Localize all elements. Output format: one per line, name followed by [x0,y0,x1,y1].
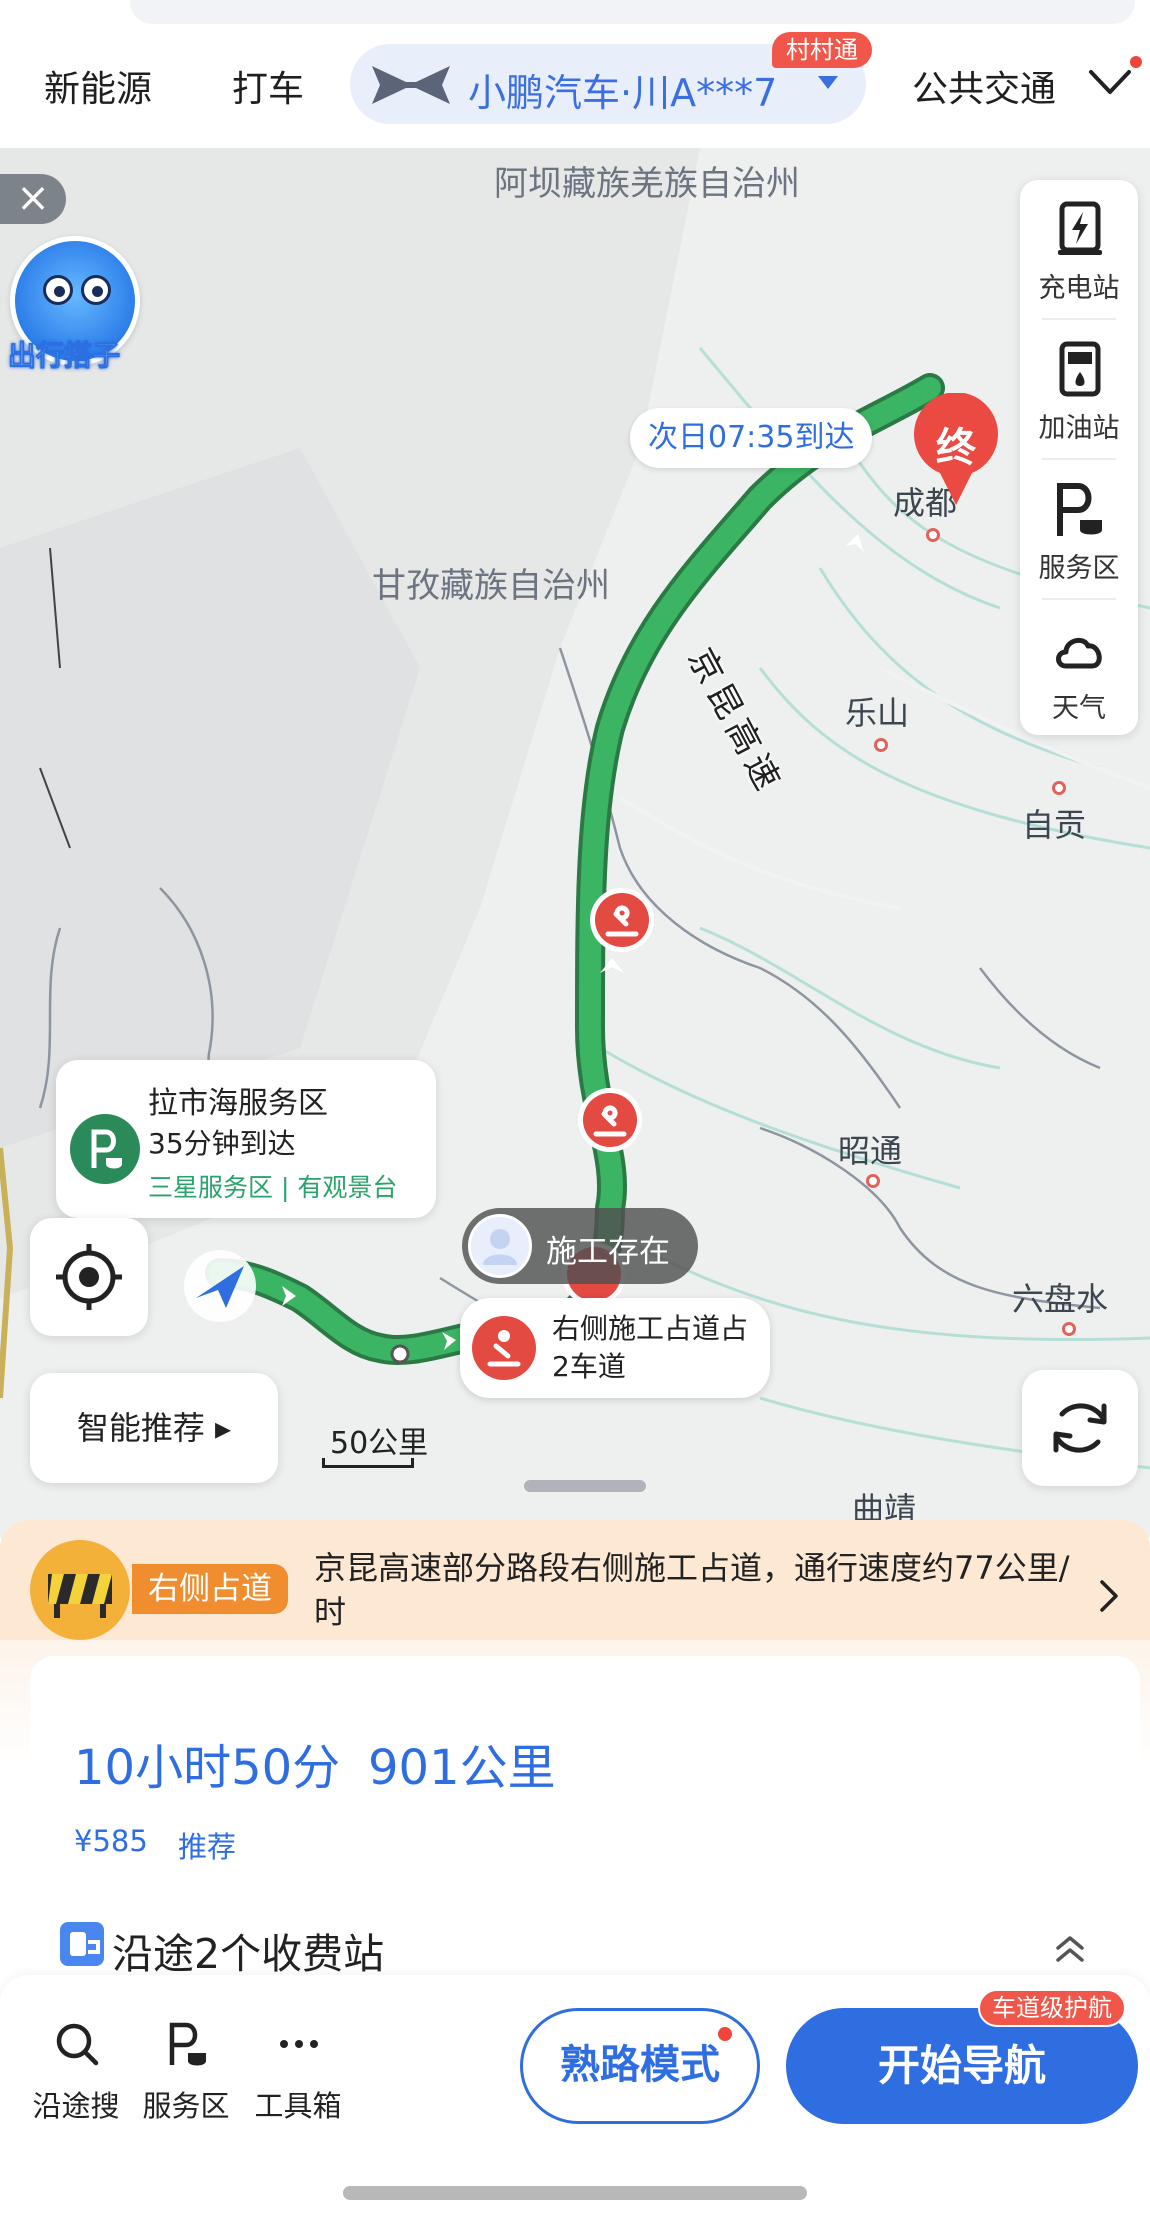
user-avatar-icon [468,1214,532,1278]
toll-station-icon [60,1922,104,1966]
city-dot [1052,781,1066,795]
drag-handle[interactable] [524,1480,646,1492]
home-indicator[interactable] [343,2186,807,2200]
region-label: 阿坝藏族羌族自治州 [494,164,800,204]
city-dot [874,738,888,752]
weather-icon [1056,637,1102,669]
region-label: 甘孜藏族自治州 [372,566,610,606]
bottom-tool-label: 沿途搜 [32,2089,120,2123]
locate-button[interactable] [30,1218,148,1336]
scale-label: 50公里 [330,1426,429,1461]
service-area-eta: 35分钟到达 [148,1127,296,1160]
car-brand-logo-icon [372,66,450,104]
service-area-name: 拉市海服务区 [148,1086,328,1121]
search-icon [56,2023,99,2066]
bottom-tool-label: 工具箱 [254,2089,342,2123]
top-search-bar[interactable] [130,0,1135,24]
route-distance: 901公里 [368,1740,556,1796]
construction-report-bubble[interactable]: 施工存在 [462,1208,698,1284]
scale-bar [322,1458,414,1468]
refresh-route-button[interactable] [1022,1370,1138,1486]
tool-label: 充电站 [1038,273,1120,304]
tool-label: 天气 [1052,693,1106,724]
search-along-route-button[interactable]: 沿途搜 [24,2021,128,2131]
service-area-list-button[interactable]: 服务区 [134,2021,238,2131]
crosshair-icon [56,1244,122,1310]
map-tools-panel: 充电站 加油站 服务区 天气 [1020,180,1138,735]
city-label: 昭通 [838,1132,903,1170]
refresh-icon [1053,1403,1107,1453]
map-scale: 50公里 [322,1418,428,1468]
service-area-icon [70,1114,140,1184]
lane-level-nav-badge: 车道级护航 [978,1989,1126,2027]
city-label: 自贡 [1022,806,1087,844]
service-area-tags: 三星服务区 | 有观景台 [148,1173,398,1202]
route-duration: 10小时50分 [74,1740,341,1796]
toll-stations-text: 沿途2个收费站 [112,1930,385,1978]
double-chevron-up-icon[interactable] [1052,1928,1088,1968]
car-label: 小鹏汽车·川A***7 [468,71,778,115]
map-view[interactable]: 阿坝藏族羌族自治州 甘孜藏族自治州 京昆高速 成都 乐山 自贡 昭通 六盘水 曲… [0,148,1150,1538]
charging-station-icon [1058,201,1102,255]
construction-label: 施工存在 [546,1234,670,1270]
route-toll-price: ¥585 [74,1824,148,1858]
gas-station-button[interactable]: 加油站 [1020,320,1138,458]
city-dot [926,528,940,542]
lane-occupied-badge: 右侧占道 [132,1564,288,1614]
destination-pin[interactable]: 终 [910,392,1002,508]
chevron-right-icon [1100,1580,1118,1612]
construction-icon [472,1316,536,1380]
lane-closure-text: 右侧施工占道占2车道 [552,1312,749,1383]
service-area-card[interactable]: 拉市海服务区 35分钟到达 三星服务区 | 有观景台 [56,1060,436,1218]
mode-tab-bar: 新能源 打车 小鹏汽车·川A***7 村村通 公共交通 [0,0,1150,148]
notification-dot [718,2027,732,2041]
service-area-icon [169,2022,206,2066]
city-label: 乐山 [845,694,910,732]
tab-public-transit[interactable]: 公共交通 [912,60,1062,112]
bottom-action-bar: 沿途搜 服务区 工具箱 熟路模式 开始导航 车道级护航 [0,1975,1150,2219]
lane-closure-bubble[interactable]: 右侧施工占道占2车道 [460,1298,770,1398]
cuncuntong-badge: 村村通 [772,32,872,68]
notification-dot [1130,56,1142,68]
service-area-button[interactable]: 服务区 [1020,460,1138,598]
smart-recommend-button[interactable]: 智能推荐 ▸ [30,1373,278,1483]
familiar-route-mode-button[interactable]: 熟路模式 [520,2008,760,2124]
service-area-icon [1057,483,1102,536]
arrival-time-bubble: 次日07:35到达 [630,408,873,468]
traffic-alert-bar[interactable]: 右侧占道 京昆高速部分路段右侧施工占道，通行速度约77公里/时 [0,1520,1150,1660]
gas-station-icon [1059,341,1101,397]
tool-label: 加油站 [1038,413,1120,444]
caret-down-icon [818,76,838,89]
destination-marker-label: 终 [936,425,976,471]
close-button[interactable]: × [0,174,66,224]
roadblock-icon [30,1540,130,1640]
weather-button[interactable]: 天气 [1020,600,1138,738]
tool-label: 服务区 [1038,553,1120,584]
bottom-tool-label: 服务区 [142,2089,230,2123]
toolbox-button[interactable]: 工具箱 [246,2021,350,2131]
city-label: 六盘水 [1012,1280,1109,1318]
city-dot [1062,1322,1076,1336]
city-dot [866,1174,880,1188]
route-recommend-tag: 推荐 [178,1830,237,1864]
chevron-down-icon[interactable] [1085,64,1135,100]
tab-new-energy[interactable]: 新能源 [44,60,152,112]
tab-taxi[interactable]: 打车 [232,60,304,112]
route-option-card[interactable]: 10小时50分 901公里 ¥585 推荐 沿途2个收费站 [30,1656,1140,2016]
mascot-label: 出行搭子 [7,339,121,373]
more-icon [280,2040,318,2048]
charging-station-button[interactable]: 充电站 [1020,180,1138,318]
alert-text: 京昆高速部分路段右侧施工占道，通行速度约77公里/时 [314,1549,1070,1631]
